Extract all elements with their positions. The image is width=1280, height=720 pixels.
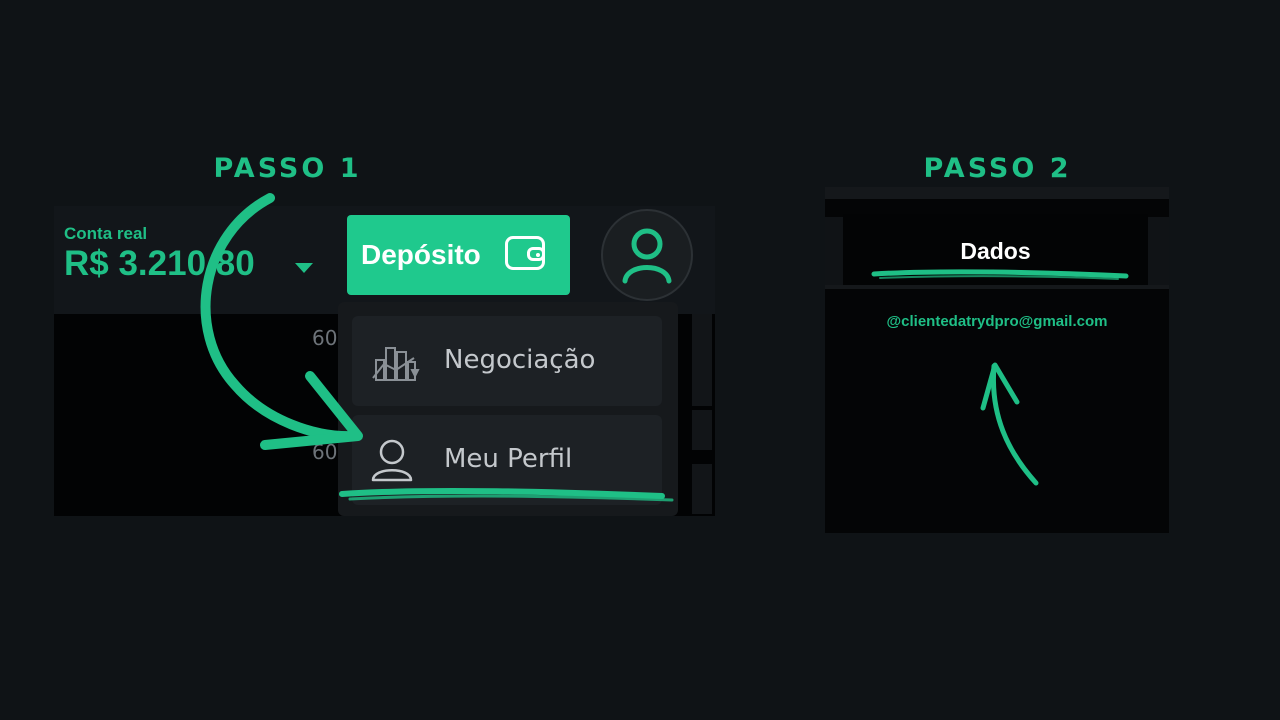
step1-screenshot: 60 60 Conta real R$ 3.210,80 Depósito Ne… [54,206,715,516]
menu-item-meu-perfil[interactable]: Meu Perfil [352,415,662,505]
menu-item-negociacao[interactable]: Negociação [352,316,662,406]
caret-down-icon[interactable] [295,263,313,273]
side-strip [692,464,712,514]
account-balance[interactable]: R$ 3.210,80 [64,244,255,284]
buildings-chart-icon [372,347,420,381]
tab-label: Dados [960,238,1031,264]
step2-screenshot: Dados @clientedatrydpro@gmail.com [825,187,1169,533]
wallet-icon [505,236,545,270]
step1-title: PASSO 1 [213,153,362,184]
profile-dropdown-menu: Negociação Meu Perfil [338,302,678,516]
profile-avatar-button[interactable] [601,209,693,301]
account-type-label: Conta real [64,224,148,243]
deposit-button-label: Depósito [361,239,481,270]
menu-item-label: Negociação [444,345,596,375]
menu-item-label: Meu Perfil [444,444,573,474]
user-outline-icon [371,439,413,482]
deposit-button[interactable]: Depósito [347,215,570,295]
side-strip [692,410,712,450]
axis-label: 60 [312,326,338,350]
user-email: @clientedatrydpro@gmail.com [886,313,1108,330]
side-strip [692,314,712,406]
divider [825,285,1169,289]
top-stripe [825,187,1169,199]
tab-dados[interactable]: Dados [843,214,1148,285]
step2-title: PASSO 2 [923,153,1072,184]
user-icon [622,228,672,284]
axis-label: 60 [312,440,338,464]
